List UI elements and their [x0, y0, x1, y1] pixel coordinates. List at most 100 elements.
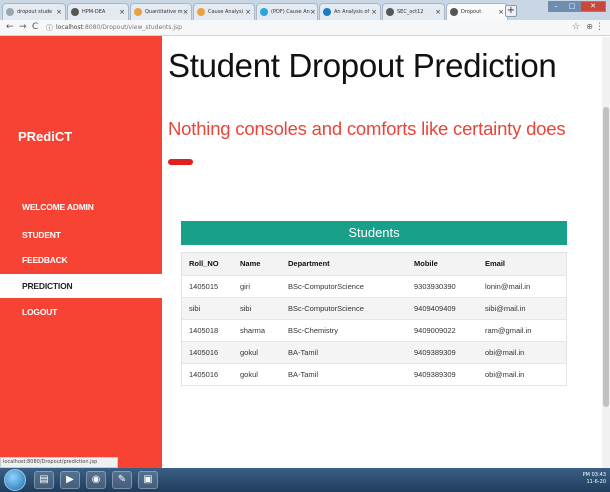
forward-icon[interactable]: → — [19, 22, 27, 32]
close-button[interactable]: ✕ — [580, 1, 606, 12]
table-cell: sharma — [240, 326, 266, 335]
table-cell: 1405015 — [189, 282, 219, 291]
browser-tab[interactable]: An Analysis of × — [319, 3, 381, 20]
browser-tab[interactable]: Quantitative m × — [130, 3, 192, 20]
table-row: 1405016 gokul BA-Tamil 9409389309 obi@mail.i… — [182, 363, 566, 385]
table-cell: 9409409409 — [414, 304, 456, 313]
table-cell: giri — [240, 282, 251, 291]
scrollbar[interactable] — [602, 37, 610, 468]
page-tagline: Nothing consoles and comforts like certa… — [168, 118, 566, 139]
column-header: Department — [288, 259, 330, 268]
table-cell: 9409389309 — [414, 370, 456, 379]
sidebar: PRediCT WELCOME ADMIN STUDENT FEEDBACK P… — [0, 36, 162, 468]
table-cell: BSc-Chemistry — [288, 326, 339, 335]
table-cell: gokul — [240, 348, 258, 357]
table-cell: 9409009022 — [414, 326, 456, 335]
page-title: Student Dropout Prediction — [168, 47, 557, 84]
students-panel: Students Roll_NO Name Department Mobile Emai… — [181, 221, 567, 401]
table-header-row: Roll_NO Name Department Mobile Email — [182, 253, 566, 275]
accent-divider — [168, 159, 193, 165]
tab-close-icon[interactable]: × — [371, 8, 380, 16]
scrollbar-thumb[interactable] — [603, 107, 609, 407]
tab-close-icon[interactable]: × — [119, 8, 128, 16]
browser-tab[interactable]: (PDF) Cause An × — [256, 3, 318, 20]
start-button[interactable] — [4, 469, 26, 491]
tab-close-icon[interactable]: × — [245, 8, 254, 16]
table-cell: BA-Tamil — [288, 370, 319, 379]
app-icon[interactable]: ✎ — [112, 471, 132, 489]
system-clock[interactable]: PM 03:43 11-6-20 — [583, 472, 606, 486]
tab-label: Dropout — [461, 9, 482, 15]
tab-favicon-icon — [71, 8, 79, 16]
url-input[interactable]: localhost:8080/Dropout/view_students.jsp — [56, 24, 182, 31]
table-row: 1405016 gokul BA-Tamil 9409389309 obi@mail.i… — [182, 341, 566, 363]
table-cell: ram@gmail.in — [485, 326, 532, 335]
logo: PRediCT — [18, 129, 73, 144]
chrome-icon[interactable]: ◉ — [86, 471, 106, 489]
tab-favicon-icon — [6, 8, 14, 16]
tab-label: dropout stude — [17, 9, 53, 15]
table-cell: obi@mail.in — [485, 370, 525, 379]
maximize-button[interactable]: □ — [564, 1, 580, 12]
tab-favicon-icon — [323, 8, 331, 16]
browser-tab[interactable]: Cause Analysi × — [193, 3, 255, 20]
tab-label: (PDF) Cause An — [271, 9, 310, 15]
tab-label: SEC_oct12 — [397, 9, 424, 15]
browser-tab[interactable]: SEC_oct12 × — [382, 3, 445, 20]
table-cell: BSc-ComputorScience — [288, 282, 364, 291]
table-cell: BA-Tamil — [288, 348, 319, 357]
table-cell: BSc-ComputorScience — [288, 304, 364, 313]
table-cell: sibi — [240, 304, 252, 313]
media-player-icon[interactable]: ▶ — [60, 471, 80, 489]
browser-chrome: dropout stude × HPM-DEA × Quantitative m × Cau… — [0, 0, 610, 36]
browser-tab[interactable]: dropout stude × — [2, 3, 66, 20]
students-heading: Students — [181, 221, 567, 245]
table-cell: obi@mail.in — [485, 348, 525, 357]
tab-close-icon[interactable]: × — [435, 8, 444, 16]
column-header: Mobile — [414, 259, 438, 268]
sidebar-item-welcome-admin[interactable]: WELCOME ADMIN — [0, 195, 162, 219]
tab-favicon-icon — [450, 8, 458, 16]
table-cell: 9409389309 — [414, 348, 456, 357]
tab-close-icon[interactable]: × — [56, 8, 65, 16]
sidebar-item-student[interactable]: STUDENT — [0, 223, 162, 247]
info-icon[interactable]: ⓘ — [46, 23, 53, 33]
browser-tab[interactable]: Dropout × — [446, 3, 508, 20]
tab-label: Quantitative m — [145, 9, 183, 15]
table-cell: sibi — [189, 304, 201, 313]
table-cell: gokul — [240, 370, 258, 379]
tab-close-icon[interactable]: × — [310, 8, 317, 16]
table-cell: sibi@mail.in — [485, 304, 526, 313]
table-row: sibi sibi BSc-ComputorScience 9409409409 sib… — [182, 297, 566, 319]
extension-icon[interactable]: ⊕ — [586, 22, 593, 31]
taskbar: ▤ ▶ ◉ ✎ ▣ PM 03:43 11-6-20 — [0, 468, 610, 492]
file-explorer-icon[interactable]: ▤ — [34, 471, 54, 489]
column-header: Name — [240, 259, 261, 268]
minimize-button[interactable]: – — [548, 1, 564, 12]
browser-tab[interactable]: HPM-DEA × — [67, 3, 129, 20]
sidebar-item-prediction[interactable]: PREDICTION — [0, 274, 162, 298]
reload-icon[interactable]: C — [32, 22, 38, 32]
back-icon[interactable]: ← — [6, 22, 14, 32]
table-cell: 1405018 — [189, 326, 219, 335]
column-header: Email — [485, 259, 506, 268]
tab-favicon-icon — [260, 8, 268, 16]
column-header: Roll_NO — [189, 259, 219, 268]
tab-label: HPM-DEA — [82, 9, 106, 15]
address-bar: ← → C ⓘ localhost:8080/Dropout/view_stud… — [0, 20, 610, 36]
new-tab-button[interactable]: + — [505, 5, 517, 17]
window-controls: – □ ✕ — [548, 1, 606, 12]
sidebar-item-feedback[interactable]: FEEDBACK — [0, 248, 162, 272]
table-cell: 9303930390 — [414, 282, 456, 291]
table-cell: 1405016 — [189, 370, 219, 379]
table-row: 1405018 sharma BSc-Chemistry 9409009022 ram@… — [182, 319, 566, 341]
sidebar-item-logout[interactable]: LOGOUT — [0, 300, 162, 324]
table-cell: 1405016 — [189, 348, 219, 357]
tab-favicon-icon — [386, 8, 394, 16]
bookmark-star-icon[interactable]: ☆ — [572, 22, 580, 32]
tab-favicon-icon — [197, 8, 205, 16]
tab-close-icon[interactable]: × — [183, 8, 191, 16]
window-icon[interactable]: ▣ — [138, 471, 158, 489]
menu-icon[interactable]: ⋮ — [595, 22, 604, 32]
students-table: Roll_NO Name Department Mobile Email 1405015 g… — [181, 252, 567, 386]
